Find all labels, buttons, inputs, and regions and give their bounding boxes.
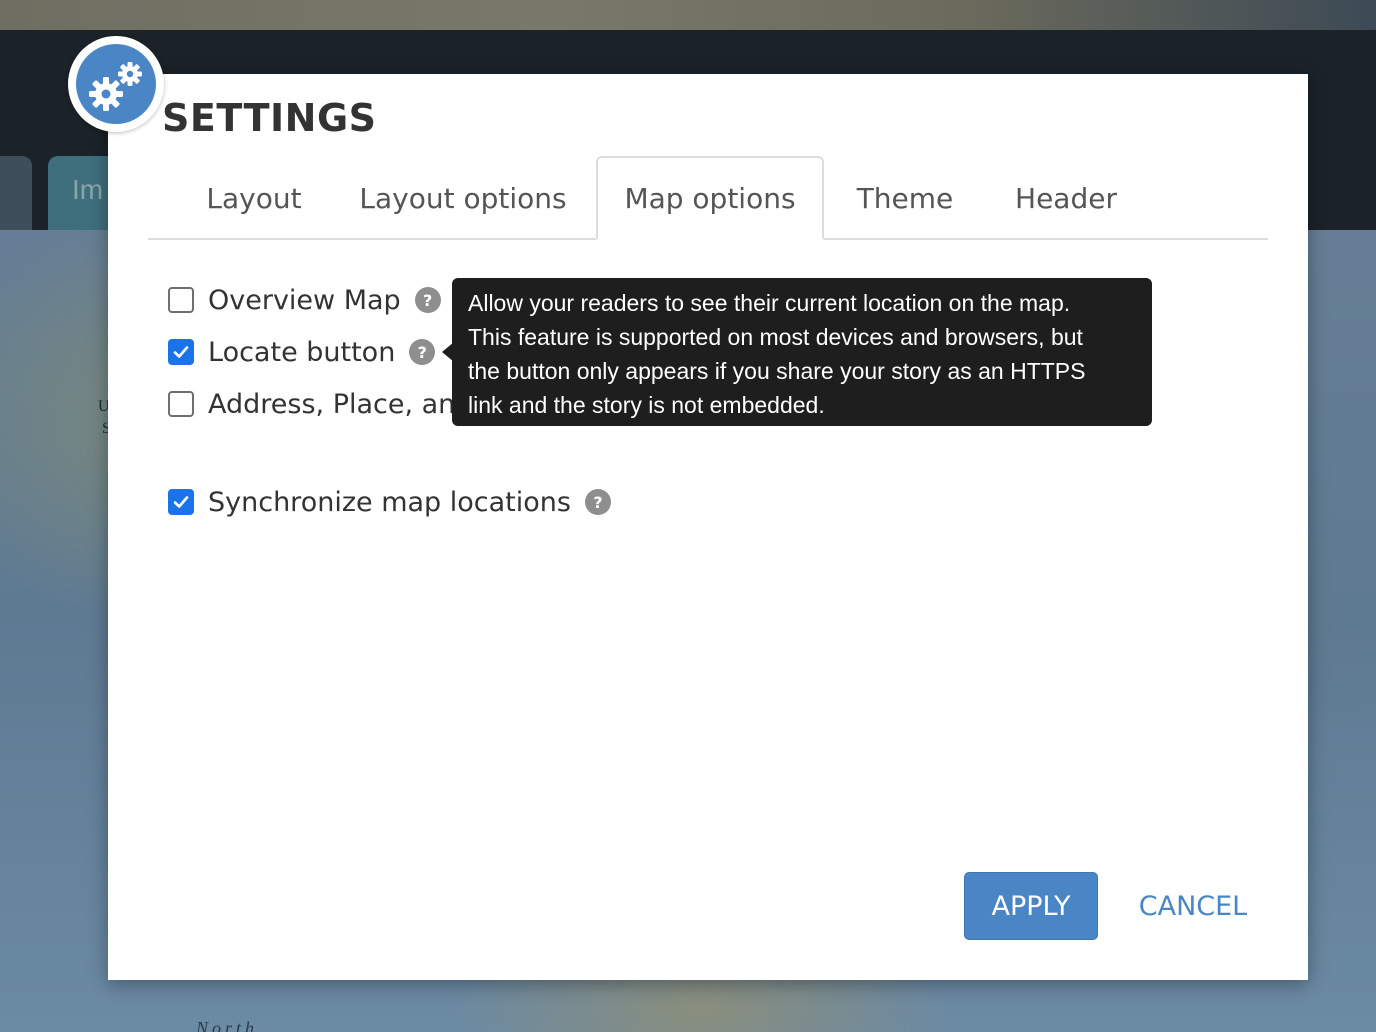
- app-tab-label: Im: [72, 174, 104, 205]
- question-icon[interactable]: ?: [414, 287, 441, 313]
- locate-button-checkbox[interactable]: [168, 339, 194, 365]
- help-tooltip: Allow your readers to see their current …: [452, 278, 1152, 426]
- tooltip-line: This feature is supported on most device…: [468, 324, 1083, 350]
- tab-map-options[interactable]: Map options: [596, 156, 824, 240]
- dialog-title: SETTINGS: [162, 96, 377, 140]
- checkmark-icon: [173, 496, 189, 508]
- option-address-search[interactable]: Address, Place, and: [168, 384, 472, 424]
- apply-button[interactable]: APPLY: [964, 872, 1098, 940]
- question-icon[interactable]: ?: [409, 339, 436, 365]
- map-label: North: [196, 1018, 259, 1032]
- tab-layout[interactable]: Layout: [188, 156, 320, 240]
- overview-map-label: Overview Map: [208, 284, 401, 316]
- app-tab-partial-1[interactable]: w: [0, 156, 32, 230]
- gears-icon: [89, 62, 142, 111]
- cancel-button[interactable]: CANCEL: [1128, 872, 1258, 940]
- tooltip-line: the button only appears if you share you…: [468, 358, 1086, 384]
- settings-badge: [68, 36, 164, 132]
- tab-header[interactable]: Header: [998, 156, 1134, 240]
- tooltip-line: link and the story is not embedded.: [468, 392, 825, 418]
- settings-dialog: SETTINGS Layout Layout options Map optio…: [108, 74, 1308, 980]
- option-overview-map[interactable]: Overview Map ?: [168, 280, 441, 320]
- tooltip-line: Allow your readers to see their current …: [468, 290, 1071, 316]
- checkmark-icon: [173, 346, 189, 358]
- synchronize-label: Synchronize map locations: [208, 486, 571, 518]
- tab-layout-options[interactable]: Layout options: [346, 156, 580, 240]
- option-locate-button[interactable]: Locate button ?: [168, 332, 436, 372]
- tab-theme[interactable]: Theme: [842, 156, 968, 240]
- option-synchronize-map-locations[interactable]: Synchronize map locations ?: [168, 482, 611, 522]
- address-search-checkbox[interactable]: [168, 391, 194, 417]
- synchronize-checkbox[interactable]: [168, 489, 194, 515]
- locate-button-label: Locate button: [208, 336, 396, 368]
- badge-circle: [76, 44, 156, 124]
- overview-map-checkbox[interactable]: [168, 287, 194, 313]
- map-background-top: [0, 0, 1376, 30]
- question-icon[interactable]: ?: [584, 489, 611, 515]
- address-search-label: Address, Place, and: [208, 388, 473, 420]
